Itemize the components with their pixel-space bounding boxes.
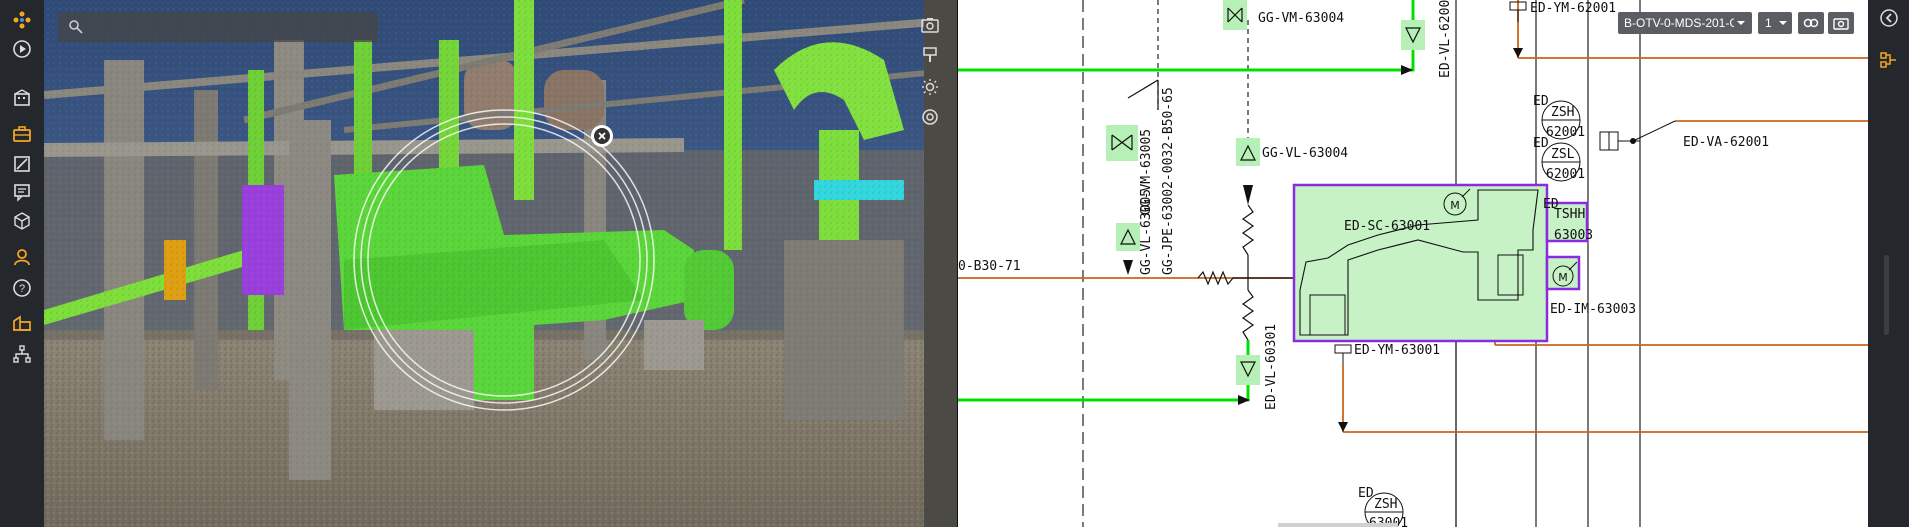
point-cloud-viewer[interactable]: [44, 0, 957, 527]
tag-ed-vl-62001: ED-VL-62001: [1438, 0, 1453, 78]
valve-gg-vl-63004[interactable]: [1236, 138, 1260, 166]
close-cursor-button[interactable]: [591, 125, 613, 147]
search-bar[interactable]: [58, 12, 378, 42]
left-nav-bar: ?: [0, 0, 44, 527]
right-scrollbar[interactable]: [1884, 255, 1889, 335]
page-selector-value: 1: [1765, 16, 1772, 30]
tag-ed-sc-63001: ED-SC-63001: [1344, 219, 1430, 234]
svg-text:M: M: [1450, 199, 1460, 212]
page-selector[interactable]: 1: [1758, 12, 1792, 34]
brightness-button[interactable]: [916, 74, 944, 100]
point-cloud-scene: [44, 0, 957, 527]
tag-zsl: ZSL: [1551, 147, 1575, 162]
connections-button[interactable]: [1877, 48, 1901, 72]
search-input[interactable]: [90, 18, 374, 36]
site-icon[interactable]: [10, 311, 34, 335]
view-360-button[interactable]: [916, 104, 944, 130]
tag-zsh-2: ZSH: [1374, 497, 1397, 512]
building-icon[interactable]: [10, 86, 34, 110]
chevron-down-icon: [1778, 21, 1787, 25]
app-logo-icon[interactable]: [10, 8, 34, 32]
tag-62001b: 62001: [1546, 167, 1585, 182]
right-panel-bar: [1868, 0, 1909, 527]
tag-62001a: 62001: [1546, 125, 1585, 140]
valve-gg-vl-63005[interactable]: [1116, 223, 1140, 251]
chevron-left-icon: [1880, 9, 1898, 27]
link-icon: [1803, 18, 1819, 28]
tag-zsh: ZSH: [1551, 105, 1574, 120]
tag-tshh: TSHH: [1554, 207, 1585, 222]
svg-text:M: M: [1558, 271, 1568, 284]
valve-ed-vl-62001[interactable]: [1401, 20, 1425, 50]
camera-icon: [1833, 18, 1849, 30]
close-icon: [594, 128, 610, 144]
play-icon[interactable]: [10, 37, 34, 61]
connections-icon: [1880, 52, 1896, 68]
pid-screenshot-button[interactable]: [1828, 12, 1854, 34]
user-icon[interactable]: [10, 245, 34, 269]
tag-63003: 63003: [1554, 228, 1593, 243]
tag-gg-vl-63004: GG-VL-63004: [1262, 146, 1348, 161]
briefcase-icon[interactable]: [10, 122, 34, 146]
tag-gg-jpe: GG-JPE-63002-0032-B50-65: [1161, 87, 1176, 275]
paint-icon: [923, 47, 937, 62]
tag-gg-vm-63004: GG-VM-63004: [1258, 11, 1344, 26]
equipment-ed-sc-63001[interactable]: M: [1292, 183, 1549, 343]
valve-gg-vm-63004[interactable]: [1223, 0, 1247, 30]
motor-ed-im-63003[interactable]: M: [1545, 255, 1581, 291]
camera-icon: [921, 18, 939, 33]
tag-ed-1: ED: [1533, 94, 1549, 109]
paint-button[interactable]: [916, 42, 944, 68]
tag-ed-im-63003: ED-IM-63003: [1550, 302, 1636, 317]
svg-text:?: ?: [19, 283, 25, 295]
cube-icon[interactable]: [10, 209, 34, 233]
sheet-selector[interactable]: B-OTV-0-MDS-201-G: [1618, 12, 1752, 34]
help-icon[interactable]: ?: [10, 276, 34, 300]
hierarchy-icon[interactable]: [10, 342, 34, 366]
tag-ed-4: ED: [1358, 486, 1374, 501]
tag-ed-vl-60301: ED-VL-60301: [1264, 324, 1279, 410]
tag-ed-ym-63001: ED-YM-63001: [1354, 343, 1440, 358]
screenshot-button[interactable]: [916, 12, 944, 38]
tag-ed-va-62001: ED-VA-62001: [1683, 135, 1769, 150]
pid-drawing: M M GG-VM-63004 ED-VL-62001 ED-YM-62001 …: [958, 0, 1868, 527]
valve-ed-vl-60301[interactable]: [1236, 355, 1260, 385]
measure-icon[interactable]: [10, 152, 34, 176]
tag-b30-71: 0-B30-71: [958, 259, 1021, 274]
sheet-selector-value: B-OTV-0-MDS-201-G: [1624, 16, 1734, 30]
sun-icon: [922, 79, 938, 95]
tag-ed-2: ED: [1533, 136, 1549, 151]
search-icon: [69, 20, 83, 34]
tag-gg-vl-63005: GG-VL-63005: [1139, 189, 1154, 275]
tag-ed-ym-62001: ED-YM-62001: [1530, 1, 1616, 16]
chevron-down-icon: [1737, 21, 1745, 25]
comment-icon[interactable]: [10, 180, 34, 204]
rotate-view-icon: [922, 109, 938, 125]
collapse-panel-button[interactable]: [1877, 6, 1901, 30]
link-view-button[interactable]: [1798, 12, 1824, 34]
pid-diagram-viewer[interactable]: M M GG-VM-63004 ED-VL-62001 ED-YM-62001 …: [958, 0, 1868, 527]
valve-gg-vm-63005[interactable]: [1106, 125, 1138, 161]
